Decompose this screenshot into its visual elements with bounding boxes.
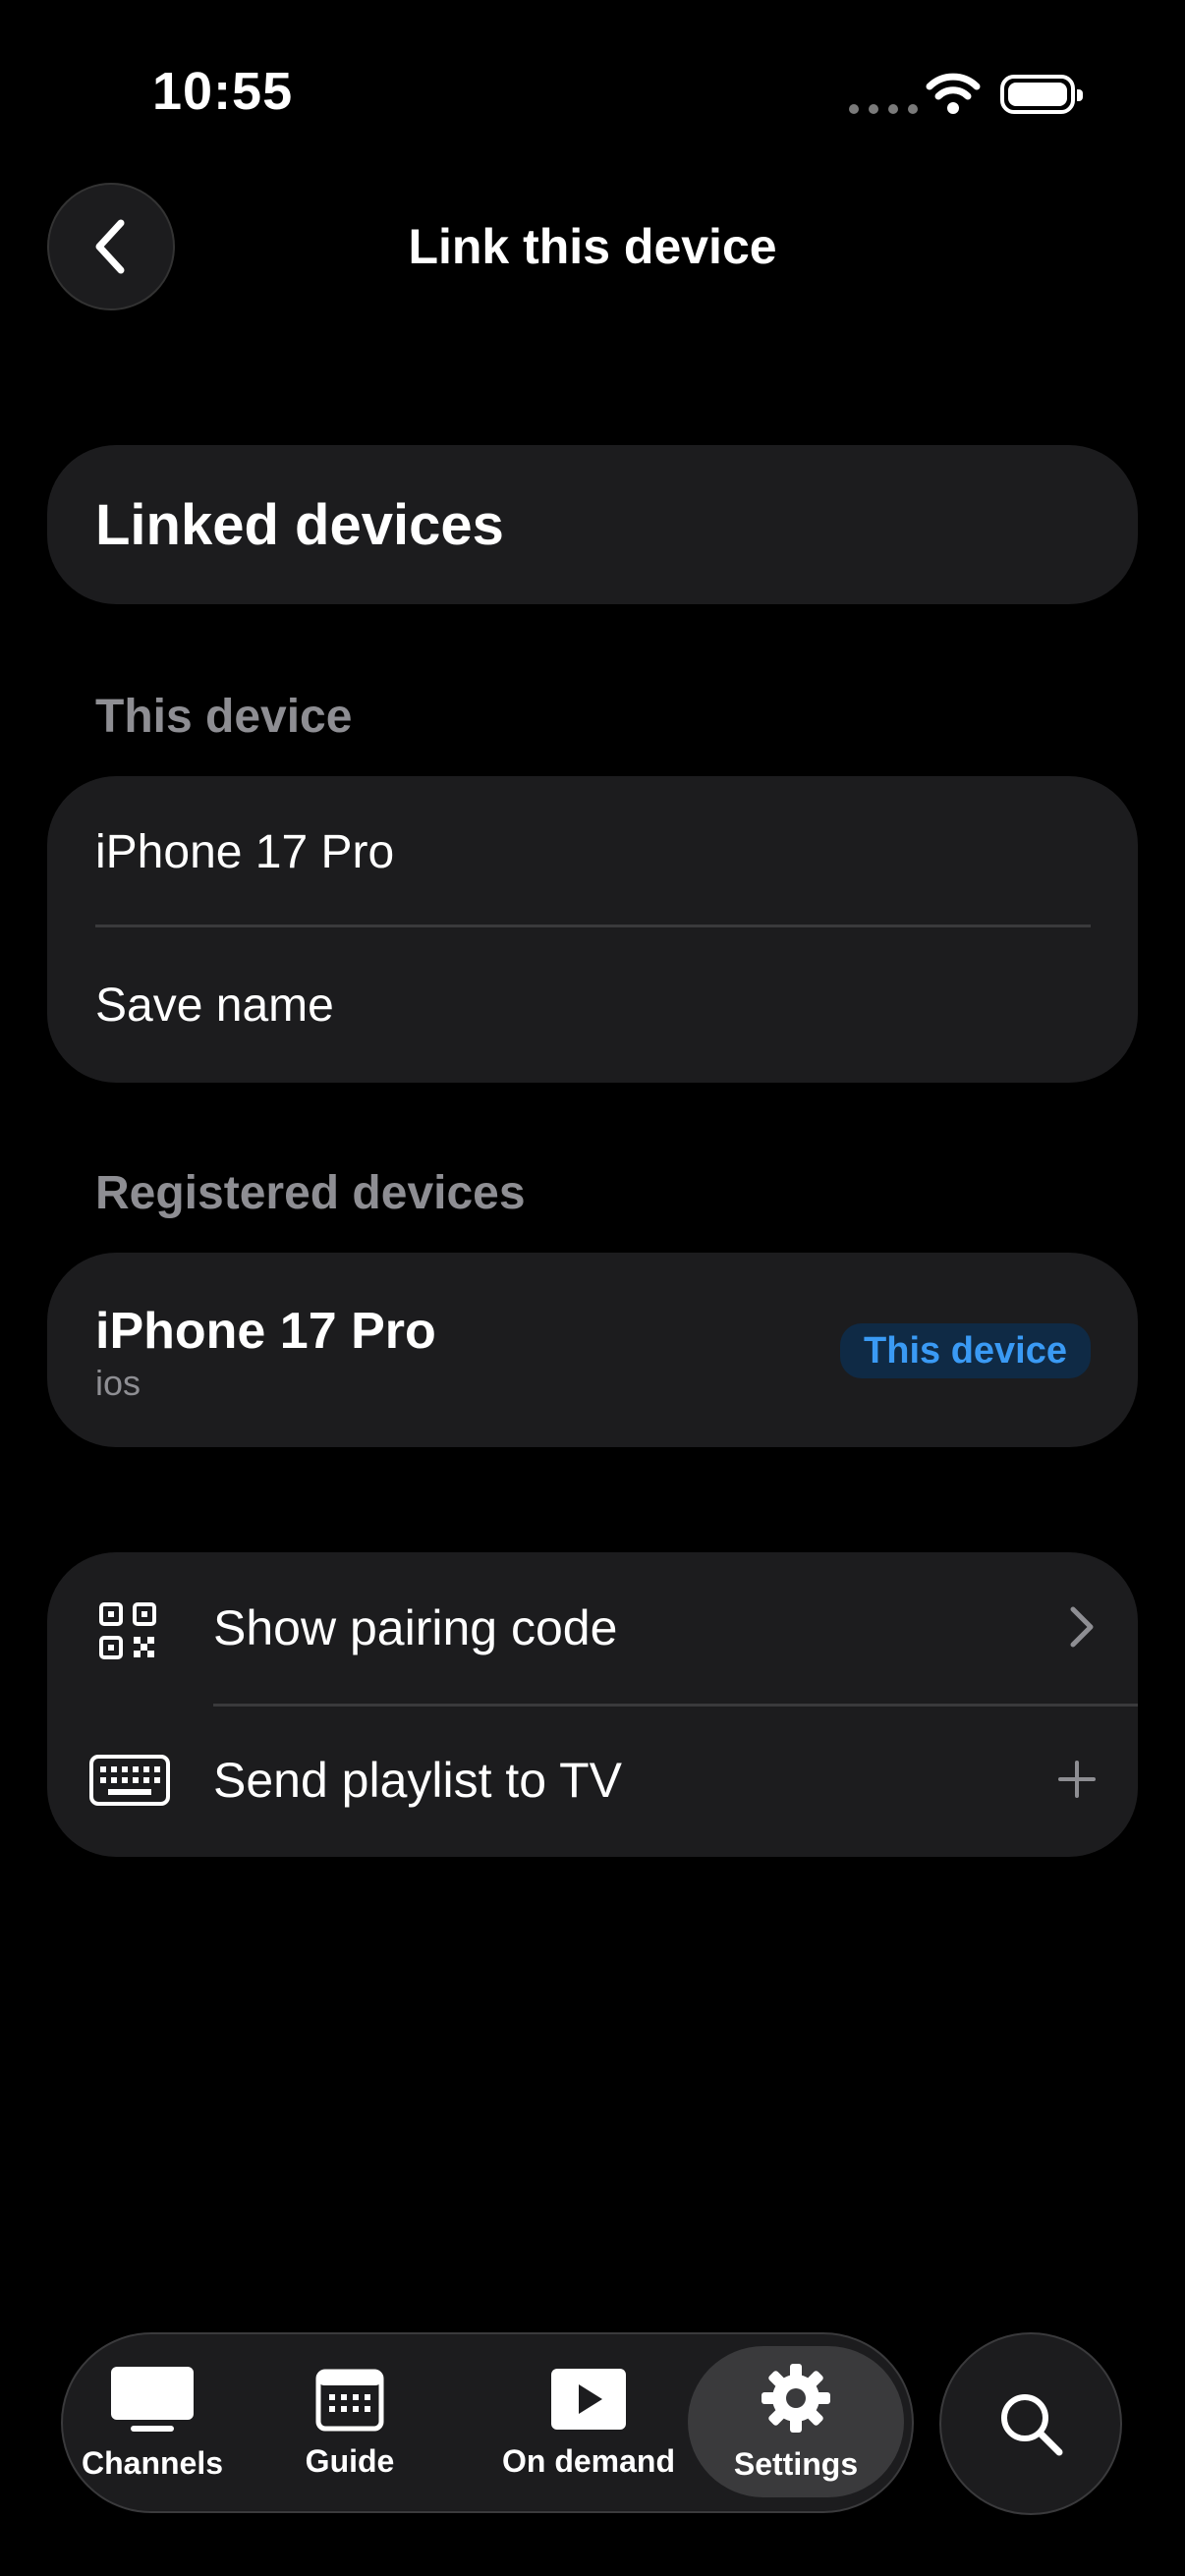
tv-icon bbox=[111, 2366, 194, 2432]
tab-guide[interactable]: Guide bbox=[306, 2334, 394, 2511]
registered-device-name: iPhone 17 Pro bbox=[95, 1303, 436, 1360]
tab-channels[interactable]: Channels bbox=[82, 2334, 223, 2511]
battery-icon bbox=[1000, 75, 1083, 114]
cellular-signal-icon bbox=[849, 104, 918, 114]
divider bbox=[95, 924, 1091, 927]
calendar-icon bbox=[315, 2369, 384, 2431]
this-device-card: iPhone 17 Pro Save name bbox=[47, 776, 1138, 1083]
search-icon bbox=[1001, 2394, 1063, 2456]
status-time: 10:55 bbox=[152, 62, 294, 121]
show-pairing-code-row[interactable]: Show pairing code bbox=[47, 1552, 1138, 1705]
keyboard-icon bbox=[89, 1755, 170, 1806]
page-title: Link this device bbox=[408, 219, 777, 274]
tab-channels-label: Channels bbox=[81, 2444, 224, 2481]
send-playlist-row[interactable]: Send playlist to TV bbox=[47, 1705, 1138, 1857]
show-pairing-code-label: Show pairing code bbox=[213, 1600, 618, 1655]
registered-devices-section-label: Registered devices bbox=[95, 1167, 526, 1219]
device-name-field[interactable]: iPhone 17 Pro bbox=[95, 825, 394, 879]
chevron-right-icon bbox=[1070, 1606, 1094, 1648]
wifi-icon bbox=[926, 73, 981, 114]
save-name-button[interactable]: Save name bbox=[95, 979, 334, 1033]
send-playlist-label: Send playlist to TV bbox=[213, 1753, 622, 1808]
tab-on-demand-label: On demand bbox=[501, 2442, 675, 2479]
registered-device-os: ios bbox=[95, 1363, 141, 1403]
actions-card: Show pairing code Send playlist to TV bbox=[47, 1552, 1138, 1857]
linked-devices-card: Linked devices bbox=[47, 445, 1138, 604]
search-button[interactable] bbox=[939, 2332, 1122, 2515]
tab-guide-label: Guide bbox=[305, 2442, 395, 2479]
tab-bar: Channels Guide On demand Settings bbox=[61, 2332, 914, 2513]
tab-settings[interactable]: Settings bbox=[688, 2346, 904, 2497]
gear-icon bbox=[762, 2363, 830, 2433]
plus-icon bbox=[1058, 1761, 1096, 1798]
play-icon bbox=[551, 2368, 626, 2430]
tab-settings-label: Settings bbox=[733, 2445, 859, 2482]
qr-code-icon bbox=[99, 1602, 156, 1659]
this-device-section-label: This device bbox=[95, 691, 353, 743]
linked-devices-title: Linked devices bbox=[95, 492, 504, 557]
tab-on-demand[interactable]: On demand bbox=[500, 2334, 677, 2511]
registered-device-row[interactable]: iPhone 17 Pro ios This device bbox=[47, 1253, 1138, 1447]
this-device-badge: This device bbox=[840, 1323, 1091, 1378]
